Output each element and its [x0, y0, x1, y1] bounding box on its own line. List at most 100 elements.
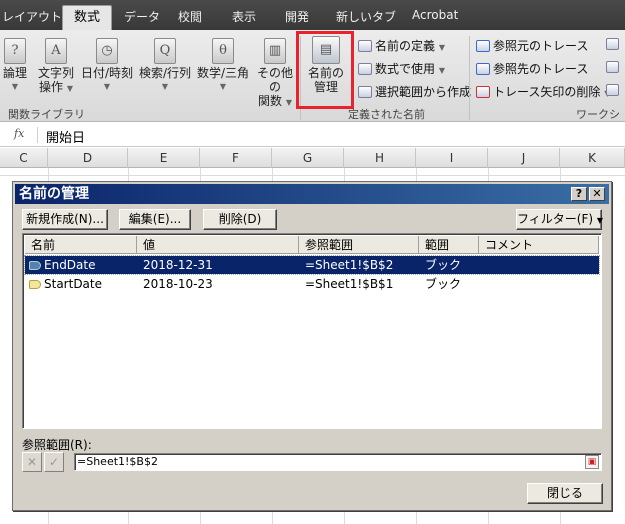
math-label: 数学/三角 [196, 66, 250, 80]
column-header-scope[interactable]: 範囲 [419, 236, 479, 254]
more-label-2: 関数 [258, 94, 283, 108]
dialog-title-bar[interactable]: 名前の管理 ? ✕ [15, 184, 609, 204]
formula-grid-icon [606, 38, 619, 50]
close-button[interactable]: 閉じる [527, 483, 603, 504]
datetime-label: 日付/時刻 [80, 66, 134, 80]
trace-precedents-button[interactable]: 参照元のトレース [476, 37, 588, 54]
value-cell: 2018-10-23 [143, 277, 213, 291]
more-label: その他の [256, 66, 293, 94]
help-button[interactable]: ? [571, 187, 587, 201]
tab-developer[interactable]: 開発 [285, 8, 309, 25]
delete-name-button[interactable]: 削除(D) [203, 209, 277, 230]
scope-cell: ブック [425, 277, 462, 291]
error-check-icon[interactable] [606, 60, 619, 74]
logical-functions-button[interactable]: ? 論理 ▼ [0, 38, 30, 94]
evaluate-formula-icon[interactable] [606, 83, 619, 97]
column-header[interactable]: H [344, 148, 416, 168]
chevron-down-icon: ▼ [219, 82, 227, 91]
name-tag-icon [29, 280, 41, 289]
refers-to-input[interactable]: =Sheet1!$B$2 ▣ [74, 453, 602, 471]
datetime-functions-button[interactable]: ◷ 日付/時刻 ▼ [80, 38, 134, 94]
lookup-functions-button[interactable]: Q 検索/行列 ▼ [137, 38, 193, 94]
trace-dependents-button[interactable]: 参照先のトレース [476, 60, 588, 77]
new-name-button[interactable]: 新規作成(N)... [22, 209, 108, 230]
tab-acrobat[interactable]: Acrobat [412, 8, 458, 22]
edit-name-button[interactable]: 編集(E)... [119, 209, 191, 230]
formula-input[interactable]: 開始日 [46, 127, 85, 146]
filter-label: フィルター(F) [517, 212, 594, 226]
close-icon[interactable]: ✕ [589, 187, 605, 201]
column-header[interactable]: E [128, 148, 200, 168]
remove-arrow-icon [476, 86, 490, 98]
more-functions-button[interactable]: ▥ その他の 関数 ▼ [253, 38, 297, 110]
collapse-dialog-icon[interactable]: ▣ [585, 455, 599, 469]
trace-arrow-icon [476, 63, 490, 75]
trace-arrow-icon [476, 40, 490, 52]
chevron-down-icon: ▼ [66, 84, 73, 93]
column-header-name[interactable]: 名前 [25, 236, 137, 254]
create-from-selection-button[interactable]: 選択範囲から作成 [358, 83, 471, 100]
column-header[interactable]: I [416, 148, 488, 168]
scope-cell: ブック [425, 258, 462, 272]
remove-arrows-label: トレース矢印の削除 [493, 85, 601, 99]
define-name-button[interactable]: 名前の定義 ▼ [358, 37, 445, 54]
selection-icon [358, 86, 372, 98]
formula-icon [358, 63, 372, 75]
name-text: EndDate [44, 258, 96, 272]
use-in-formula-button[interactable]: 数式で使用 ▼ [358, 60, 445, 77]
group-label-defined-names: 定義された名前 [348, 108, 425, 121]
column-header-refers-to[interactable]: 参照範囲 [299, 236, 419, 254]
show-formulas-icon[interactable] [606, 37, 619, 51]
names-list[interactable]: 名前 値 参照範囲 範囲 コメント EndDate 2018-12-31 =Sh… [22, 233, 602, 429]
column-header-value[interactable]: 値 [137, 236, 299, 254]
logical-label: 論理 [2, 66, 27, 80]
name-manager-dialog: 名前の管理 ? ✕ 新規作成(N)... 編集(E)... 削除(D) フィルタ… [12, 181, 612, 511]
use-in-formula-label: 数式で使用 [375, 62, 436, 76]
tag-icon [358, 40, 372, 52]
column-header-comment[interactable]: コメント [479, 236, 599, 254]
book-icon: ? [4, 38, 26, 64]
value-cell: 2018-12-31 [143, 258, 213, 272]
column-header[interactable]: D [48, 148, 128, 168]
table-row[interactable]: StartDate 2018-10-23 =Sheet1!$B$1 ブック [25, 275, 599, 293]
cancel-edit-button[interactable]: ✕ [22, 452, 42, 472]
chevron-down-icon: ▼ [596, 216, 604, 225]
book-icon: ◷ [96, 38, 118, 64]
name-tag-icon [29, 261, 41, 270]
math-functions-button[interactable]: θ 数学/三角 ▼ [195, 38, 251, 94]
chevron-down-icon: ▼ [438, 43, 445, 52]
tab-view[interactable]: 表示 [232, 8, 256, 25]
group-divider [469, 36, 470, 120]
text-label: 文字列 [37, 66, 74, 80]
books-icon: ▥ [264, 38, 286, 64]
confirm-edit-button[interactable]: ✓ [44, 452, 64, 472]
text-label-2: 操作 [39, 80, 64, 94]
filter-button[interactable]: フィルター(F) ▼ [516, 209, 604, 230]
tab-formulas[interactable]: 数式 [62, 5, 112, 31]
remove-arrows-button[interactable]: トレース矢印の削除 ▼ [476, 83, 610, 100]
group-label-function-library: 関数ライブラリ [8, 108, 85, 121]
refers-to-row: ✕ ✓ =Sheet1!$B$2 ▣ [22, 452, 602, 472]
define-name-label: 名前の定義 [375, 39, 436, 53]
column-header[interactable]: C [0, 148, 48, 168]
column-header[interactable]: K [560, 148, 625, 168]
column-header-row: C D E F G H I J K [0, 148, 625, 168]
refers-to-value: =Sheet1!$B$2 [77, 455, 158, 468]
tab-new-tab[interactable]: 新しいタブ [336, 8, 396, 25]
grid-line [0, 175, 625, 176]
book-icon: θ [212, 38, 234, 64]
fx-icon[interactable]: fx [14, 127, 38, 143]
column-header[interactable]: G [272, 148, 344, 168]
tab-layout[interactable]: レイアウト [2, 8, 62, 25]
trace-dependents-label: 参照先のトレース [493, 62, 589, 76]
book-icon: Q [154, 38, 176, 64]
table-row[interactable]: EndDate 2018-12-31 =Sheet1!$B$2 ブック [24, 255, 600, 275]
text-functions-button[interactable]: A 文字列 操作 ▼ [34, 38, 78, 96]
name-cell: StartDate [29, 275, 102, 293]
column-header[interactable]: F [200, 148, 272, 168]
column-header[interactable]: J [488, 148, 560, 168]
tab-review[interactable]: 校閲 [178, 8, 202, 25]
trace-precedents-label: 参照元のトレース [493, 39, 589, 53]
tab-data[interactable]: データ [124, 8, 160, 25]
create-from-selection-label: 選択範囲から作成 [375, 85, 472, 99]
